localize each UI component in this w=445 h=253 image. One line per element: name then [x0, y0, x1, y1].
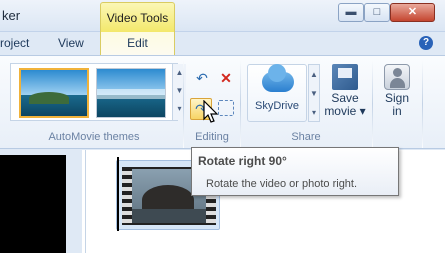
save-movie-icon	[332, 64, 358, 90]
minimize-button[interactable]: ▬	[338, 3, 364, 22]
save-movie-label-2: movie ▾	[324, 104, 366, 118]
gallery-scroll-down-icon[interactable]: ▼	[173, 82, 186, 100]
group-label-automovie: AutoMovie themes	[48, 131, 140, 143]
gallery-scroll-up-icon[interactable]: ▲	[173, 64, 186, 82]
maximize-button[interactable]: □	[364, 3, 390, 22]
gallery-expand-icon[interactable]: ▾	[173, 100, 186, 118]
preview-pane	[0, 150, 82, 253]
group-label-editing: Editing	[195, 131, 229, 143]
help-icon[interactable]: ?	[419, 36, 433, 50]
group-separator	[183, 60, 184, 148]
group-separator	[422, 60, 423, 148]
share-scroll-up-icon[interactable]: ▲	[309, 65, 319, 84]
automovie-themes-gallery: ▲ ▼ ▾	[10, 63, 186, 121]
rotate-right-tooltip: Rotate right 90° Rotate the video or pho…	[191, 147, 399, 196]
group-separator	[372, 60, 373, 148]
mouse-cursor-icon	[203, 100, 219, 123]
theme-thumbnail[interactable]	[96, 68, 166, 118]
sign-in-button[interactable]: Sign in	[379, 62, 415, 128]
close-button[interactable]: ✕	[390, 3, 435, 22]
video-tools-context-tab: Video Tools	[100, 2, 175, 32]
tooltip-description: Rotate the video or photo right.	[206, 178, 358, 190]
skydrive-button[interactable]: SkyDrive	[247, 64, 307, 122]
video-preview[interactable]	[0, 155, 66, 253]
select-all-icon[interactable]	[218, 100, 234, 116]
title-bar: ker Video Tools ▬ □ ✕	[0, 0, 445, 32]
skydrive-cloud-icon	[262, 64, 294, 92]
share-expand-icon[interactable]: ▾	[309, 103, 319, 122]
playhead[interactable]	[117, 157, 119, 231]
share-gallery-scrollbar[interactable]: ▲ ▼ ▾	[308, 64, 320, 122]
ribbon-tab-row: roject View Edit	[0, 32, 445, 55]
theme-thumbnail-selected[interactable]	[19, 68, 89, 118]
tooltip-title: Rotate right 90°	[198, 154, 287, 168]
window-title: ker	[2, 8, 21, 23]
rotate-left-icon[interactable]: ↶	[192, 68, 212, 88]
group-label-share: Share	[291, 131, 321, 143]
sign-in-icon	[384, 64, 410, 90]
tab-edit[interactable]: Edit	[100, 32, 175, 55]
sign-in-label-2: in	[392, 104, 402, 118]
remove-icon[interactable]: ✕	[216, 68, 236, 88]
skydrive-label: SkyDrive	[254, 100, 299, 112]
ribbon: ▲ ▼ ▾ AutoMovie themes ↶ ✕ ↷ Editing Sky…	[0, 55, 445, 149]
tab-project[interactable]: roject	[0, 32, 29, 55]
group-separator	[240, 60, 241, 148]
share-scroll-down-icon[interactable]: ▼	[309, 84, 319, 103]
tab-view[interactable]: View	[58, 32, 84, 55]
save-movie-button[interactable]: Save movie ▾	[322, 62, 368, 128]
